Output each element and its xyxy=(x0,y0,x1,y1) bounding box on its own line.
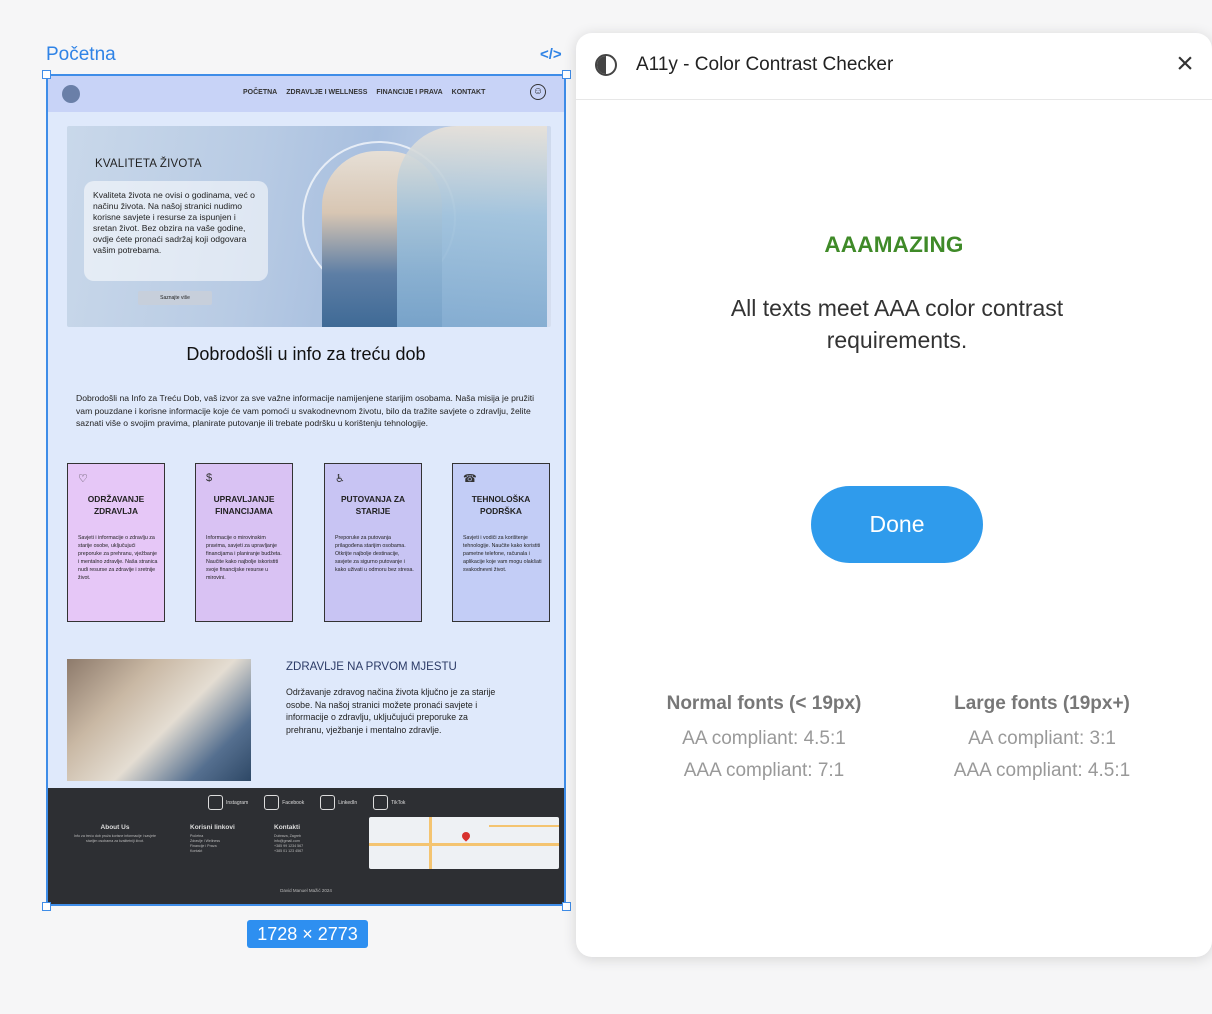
card-text: Preporuke za putovanja prilagođena stari… xyxy=(335,535,414,573)
footer-about: About Us Info za treću dob pruža korisne… xyxy=(70,824,160,844)
facebook-icon xyxy=(264,795,280,810)
hero-button[interactable]: Saznajte više xyxy=(138,291,212,305)
footer-copyright: David Manuel Mažić 2024 xyxy=(280,888,332,893)
footer-contacts-title: Kontakti xyxy=(274,824,300,831)
card-title: ODRŽAVANJE ZDRAVLJA xyxy=(87,494,145,516)
code-icon[interactable]: </> xyxy=(540,46,562,63)
result-text: All texts meet AAA color contrast requir… xyxy=(730,295,1064,353)
footer-map[interactable] xyxy=(369,817,559,869)
hero-section: KVALITETA ŽIVOTA Kvaliteta života ne ovi… xyxy=(67,126,551,327)
large-fonts-info: Large fonts (19px+) AA compliant: 3:1 AA… xyxy=(936,693,1148,787)
normal-aaa: AAA compliant: 7:1 xyxy=(683,760,845,781)
walker-icon: ♿ xyxy=(335,473,345,485)
resize-handle-top-left[interactable] xyxy=(42,70,51,79)
card-title: PUTOVANJA ZA STARIJE xyxy=(340,494,406,516)
normal-fonts-info: Normal fonts (< 19px) AA compliant: 4.5:… xyxy=(650,693,878,787)
card-text: Savjeti i informacije o zdravlju za star… xyxy=(78,535,158,581)
close-icon[interactable]: × xyxy=(1171,49,1199,79)
logo-icon xyxy=(62,85,80,103)
panel-title: A11y - Color Contrast Checker xyxy=(636,54,894,75)
instagram-icon xyxy=(208,795,223,810)
health-image xyxy=(67,659,251,781)
nav-link-zdravlje[interactable]: ZDRAVLJE I WELLNESS xyxy=(286,89,367,96)
hero-image-nurse xyxy=(397,126,547,327)
large-fonts-heading: Large fonts (19px+) xyxy=(954,693,1130,714)
accessibility-icon[interactable]: ☺ xyxy=(530,84,546,100)
card-zdravlje[interactable]: ♡ ODRŽAVANJE ZDRAVLJA Savjeti i informac… xyxy=(67,463,165,622)
heart-icon: ♡ xyxy=(78,473,88,485)
card-text: Savjeti i vodiči za korištenje tehnologi… xyxy=(463,535,542,573)
contrast-icon xyxy=(595,54,617,76)
instagram-link[interactable]: Instagram xyxy=(208,795,248,810)
large-aaa: AAA compliant: 4.5:1 xyxy=(953,760,1131,781)
footer-links: Korisni linkovi Početna Zdravlje i Welln… xyxy=(190,824,260,854)
result-title: AAAMAZING xyxy=(824,232,964,257)
footer-about-text: Info za treću dob pruža korisne informac… xyxy=(74,834,156,843)
card-title: TEHNOLOŠKA PODRŠKA xyxy=(471,494,531,516)
card-financije[interactable]: $ UPRAVLJANJE FINANCIJAMA Informacije o … xyxy=(195,463,293,622)
footer-about-title: About Us xyxy=(100,824,130,831)
done-button[interactable]: Done xyxy=(811,486,983,563)
card-tehnologija[interactable]: ☎ TEHNOLOŠKA PODRŠKA Savjeti i vodiči za… xyxy=(452,463,550,622)
resize-handle-bottom-right[interactable] xyxy=(562,902,571,911)
hero-text: Kvaliteta života ne ovisi o godinama, ve… xyxy=(93,190,255,255)
facebook-link[interactable]: Facebook xyxy=(264,795,304,810)
welcome-title: Dobrodošli u info za treću dob xyxy=(186,344,426,364)
tiktok-icon xyxy=(373,795,389,810)
panel-header: A11y - Color Contrast Checker × xyxy=(576,33,1212,100)
card-title: UPRAVLJANJE FINANCIJAMA xyxy=(213,494,275,516)
footer-contact: +385 01 123 4567 xyxy=(274,849,304,853)
frame-label[interactable]: Početna xyxy=(46,44,116,66)
nav-links: POČETNA ZDRAVLJE I WELLNESS FINANCIJE I … xyxy=(243,89,485,96)
welcome-text: Dobrodošli na Info za Treću Dob, vaš izv… xyxy=(76,393,535,429)
normal-fonts-heading: Normal fonts (< 19px) xyxy=(666,693,862,714)
card-text: Informacije o mirovinskim pravima, savje… xyxy=(206,535,282,581)
health-title: ZDRAVLJE NA PRVOM MJESTU xyxy=(286,661,457,673)
card-putovanja[interactable]: ♿ PUTOVANJA ZA STARIJE Preporuke za puto… xyxy=(324,463,422,622)
nav-link-financije[interactable]: FINANCIJE I PRAVA xyxy=(376,89,442,96)
contrast-checker-panel: A11y - Color Contrast Checker × AAAMAZIN… xyxy=(576,33,1212,957)
footer-contacts: Kontakti Dubrava, Zagreb info@gmail.com … xyxy=(274,824,354,854)
frame-size-badge: 1728 × 2773 xyxy=(247,920,368,948)
site-nav: POČETNA ZDRAVLJE I WELLNESS FINANCIJE I … xyxy=(48,76,564,112)
footer-link[interactable]: Kontakt xyxy=(190,849,260,854)
site-footer: Instagram Facebook LinkedIn TikTok About… xyxy=(48,788,564,904)
money-icon: $ xyxy=(206,472,213,484)
normal-aa: AA compliant: 4.5:1 xyxy=(682,728,846,749)
resize-handle-bottom-left[interactable] xyxy=(42,902,51,911)
nav-link-pocetna[interactable]: POČETNA xyxy=(243,89,277,96)
health-text: Održavanje zdravog načina života ključno… xyxy=(286,687,496,735)
hero-title: KVALITETA ŽIVOTA xyxy=(95,158,202,170)
support-icon: ☎ xyxy=(463,473,477,485)
resize-handle-top-right[interactable] xyxy=(562,70,571,79)
website-frame[interactable]: POČETNA ZDRAVLJE I WELLNESS FINANCIJE I … xyxy=(46,74,566,906)
nav-link-kontakt[interactable]: KONTAKT xyxy=(452,89,486,96)
footer-links-title: Korisni linkovi xyxy=(190,824,235,831)
social-links: Instagram Facebook LinkedIn TikTok xyxy=(208,795,405,810)
tiktok-link[interactable]: TikTok xyxy=(373,795,405,810)
large-aa: AA compliant: 3:1 xyxy=(968,728,1116,749)
linkedin-link[interactable]: LinkedIn xyxy=(320,795,357,810)
map-pin-icon xyxy=(460,830,472,842)
linkedin-icon xyxy=(320,795,336,810)
